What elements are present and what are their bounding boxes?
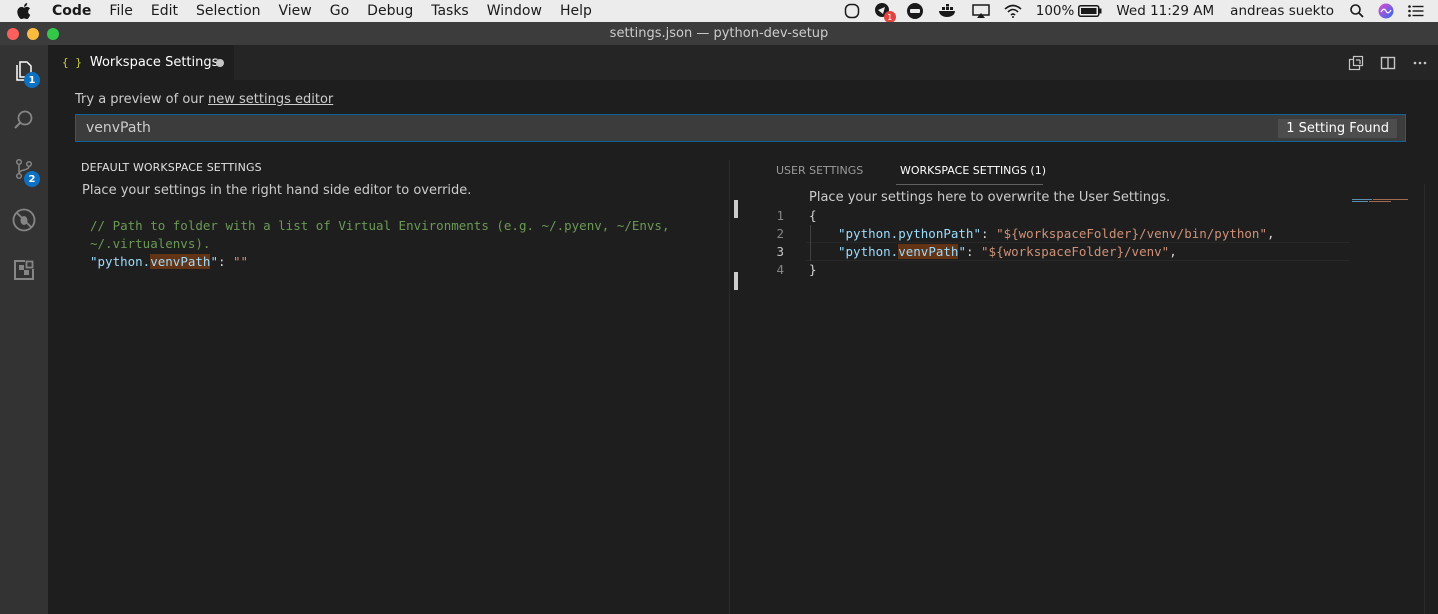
setting-separator: : <box>965 244 982 259</box>
menu-edit[interactable]: Edit <box>151 3 178 19</box>
menu-bar-user-name[interactable]: andreas suekto <box>1230 3 1334 19</box>
docker-icon[interactable] <box>938 4 958 18</box>
window-title: settings.json — python-dev-setup <box>609 26 829 41</box>
code-line[interactable]: } <box>809 262 817 277</box>
spotlight-search-icon[interactable] <box>1350 4 1364 18</box>
default-settings-header: DEFAULT WORKSPACE SETTINGS <box>81 161 262 174</box>
preview-text: Try a preview of our <box>75 92 209 107</box>
setting-key: "python.pythonPath" <box>838 226 981 241</box>
tab-user-settings[interactable]: USER SETTINGS <box>776 164 863 177</box>
pane-divider[interactable] <box>729 160 730 614</box>
chat-bubble-icon[interactable] <box>844 3 860 19</box>
menu-view[interactable]: View <box>279 3 312 19</box>
apple-menu-icon[interactable] <box>14 0 34 22</box>
line-number: 1 <box>776 208 784 223</box>
window-close-button[interactable] <box>7 28 19 40</box>
search-icon <box>14 110 33 129</box>
activity-explorer[interactable]: 1 <box>0 47 48 95</box>
menu-file[interactable]: File <box>109 3 132 19</box>
wifi-icon[interactable] <box>1004 4 1022 18</box>
activity-source-control[interactable]: 2 <box>0 145 48 193</box>
notification-center-icon[interactable] <box>1408 5 1424 17</box>
unsaved-dot-icon[interactable] <box>216 59 224 67</box>
setting-key-suffix: " <box>958 244 966 259</box>
setting-key-prefix: "python. <box>90 254 151 269</box>
new-settings-editor-link[interactable]: new settings editor <box>208 92 333 107</box>
source-control-badge: 2 <box>24 171 40 187</box>
json-file-icon: { } <box>62 56 82 69</box>
more-actions-icon[interactable] <box>1409 45 1431 80</box>
window-title-bar: settings.json — python-dev-setup <box>0 22 1438 45</box>
window-minimize-button[interactable] <box>27 28 39 40</box>
code-line[interactable]: { <box>809 208 817 223</box>
line-number: 4 <box>776 262 784 277</box>
menu-app-code[interactable]: Code <box>52 3 91 19</box>
menu-tasks[interactable]: Tasks <box>431 3 469 19</box>
open-settings-json-icon[interactable] <box>1345 45 1367 80</box>
menu-bar-tray: 1 100% Wed 11:29 AM andreas suekto <box>844 0 1438 23</box>
setting-key-prefix: "python. <box>838 244 899 259</box>
code-comment-line: // Path to folder with a list of Virtual… <box>90 218 670 233</box>
vertical-scrollbar[interactable] <box>1424 184 1425 614</box>
tab-workspace-settings-target[interactable]: WORKSPACE SETTINGS (1) <box>900 164 1046 177</box>
setting-value: "${workspaceFolder}/venv" <box>981 244 1170 259</box>
code-line[interactable]: "python.venvPath": "${workspaceFolder}/v… <box>838 244 1177 259</box>
menu-bar-clock[interactable]: Wed 11:29 AM <box>1116 3 1214 19</box>
code-comment-line: ~/.virtualenvs). <box>90 236 211 251</box>
tab-label: Workspace Settings <box>89 55 219 70</box>
menu-go[interactable]: Go <box>330 3 349 19</box>
settings-preview-banner: Try a preview of our new settings editor <box>75 92 333 107</box>
code-line[interactable]: "python.pythonPath": "${workspaceFolder}… <box>838 226 1275 241</box>
setting-comma: , <box>1267 226 1275 241</box>
explorer-badge: 1 <box>24 72 40 88</box>
setting-comma: , <box>1169 244 1177 259</box>
setting-value: "" <box>233 254 249 269</box>
left-overview-marker <box>734 272 738 290</box>
default-settings-subtitle: Place your settings in the right hand si… <box>82 183 472 198</box>
indent-guide <box>810 225 811 261</box>
minimap[interactable] <box>1352 188 1412 202</box>
setting-separator: : <box>981 226 997 241</box>
setting-separator: : <box>217 254 234 269</box>
search-value: venvPath <box>86 120 151 136</box>
search-match-highlight: venvPath <box>898 244 959 259</box>
line-number: 2 <box>776 226 784 241</box>
workspace-settings-subtitle: Place your settings here to overwrite th… <box>809 190 1171 205</box>
settings-search-input[interactable]: venvPath 1 Setting Found <box>75 114 1406 142</box>
line-app-icon[interactable] <box>906 2 924 20</box>
extensions-icon <box>14 260 34 280</box>
battery-icon[interactable] <box>1078 5 1102 17</box>
setting-value: "${workspaceFolder}/venv/bin/python" <box>996 226 1267 241</box>
search-match-highlight: venvPath <box>150 254 211 269</box>
debug-icon <box>12 208 36 232</box>
tab-workspace-settings[interactable]: { } Workspace Settings <box>48 45 234 80</box>
activity-debug[interactable] <box>0 196 48 244</box>
activity-search[interactable] <box>0 96 48 144</box>
notification-app-icon[interactable]: 1 <box>874 2 896 23</box>
menu-window[interactable]: Window <box>487 3 542 19</box>
macos-menu-bar: Code File Edit Selection View Go Debug T… <box>0 0 1438 23</box>
setting-key-suffix: " <box>210 254 218 269</box>
search-result-count: 1 Setting Found <box>1278 119 1397 138</box>
default-settings-code: // Path to folder with a list of Virtual… <box>90 217 669 271</box>
code-setting-line[interactable]: "python.venvPath": "" <box>90 253 669 271</box>
siri-icon[interactable] <box>1378 3 1394 19</box>
airplay-icon[interactable] <box>972 4 990 18</box>
settings-editor: Try a preview of our new settings editor… <box>48 80 1438 614</box>
split-editor-icon[interactable] <box>1377 45 1399 80</box>
window-zoom-button[interactable] <box>47 28 59 40</box>
menu-selection[interactable]: Selection <box>196 3 261 19</box>
active-tab-underline <box>896 184 1043 185</box>
menu-help[interactable]: Help <box>560 3 592 19</box>
activity-extensions[interactable] <box>0 246 48 294</box>
battery-percentage: 100% <box>1035 3 1075 19</box>
left-overview-marker <box>734 200 738 218</box>
menu-debug[interactable]: Debug <box>367 3 413 19</box>
activity-bar: 1 2 <box>0 45 48 614</box>
line-number: 3 <box>776 244 784 259</box>
editor-tab-bar: { } Workspace Settings <box>48 45 1438 80</box>
